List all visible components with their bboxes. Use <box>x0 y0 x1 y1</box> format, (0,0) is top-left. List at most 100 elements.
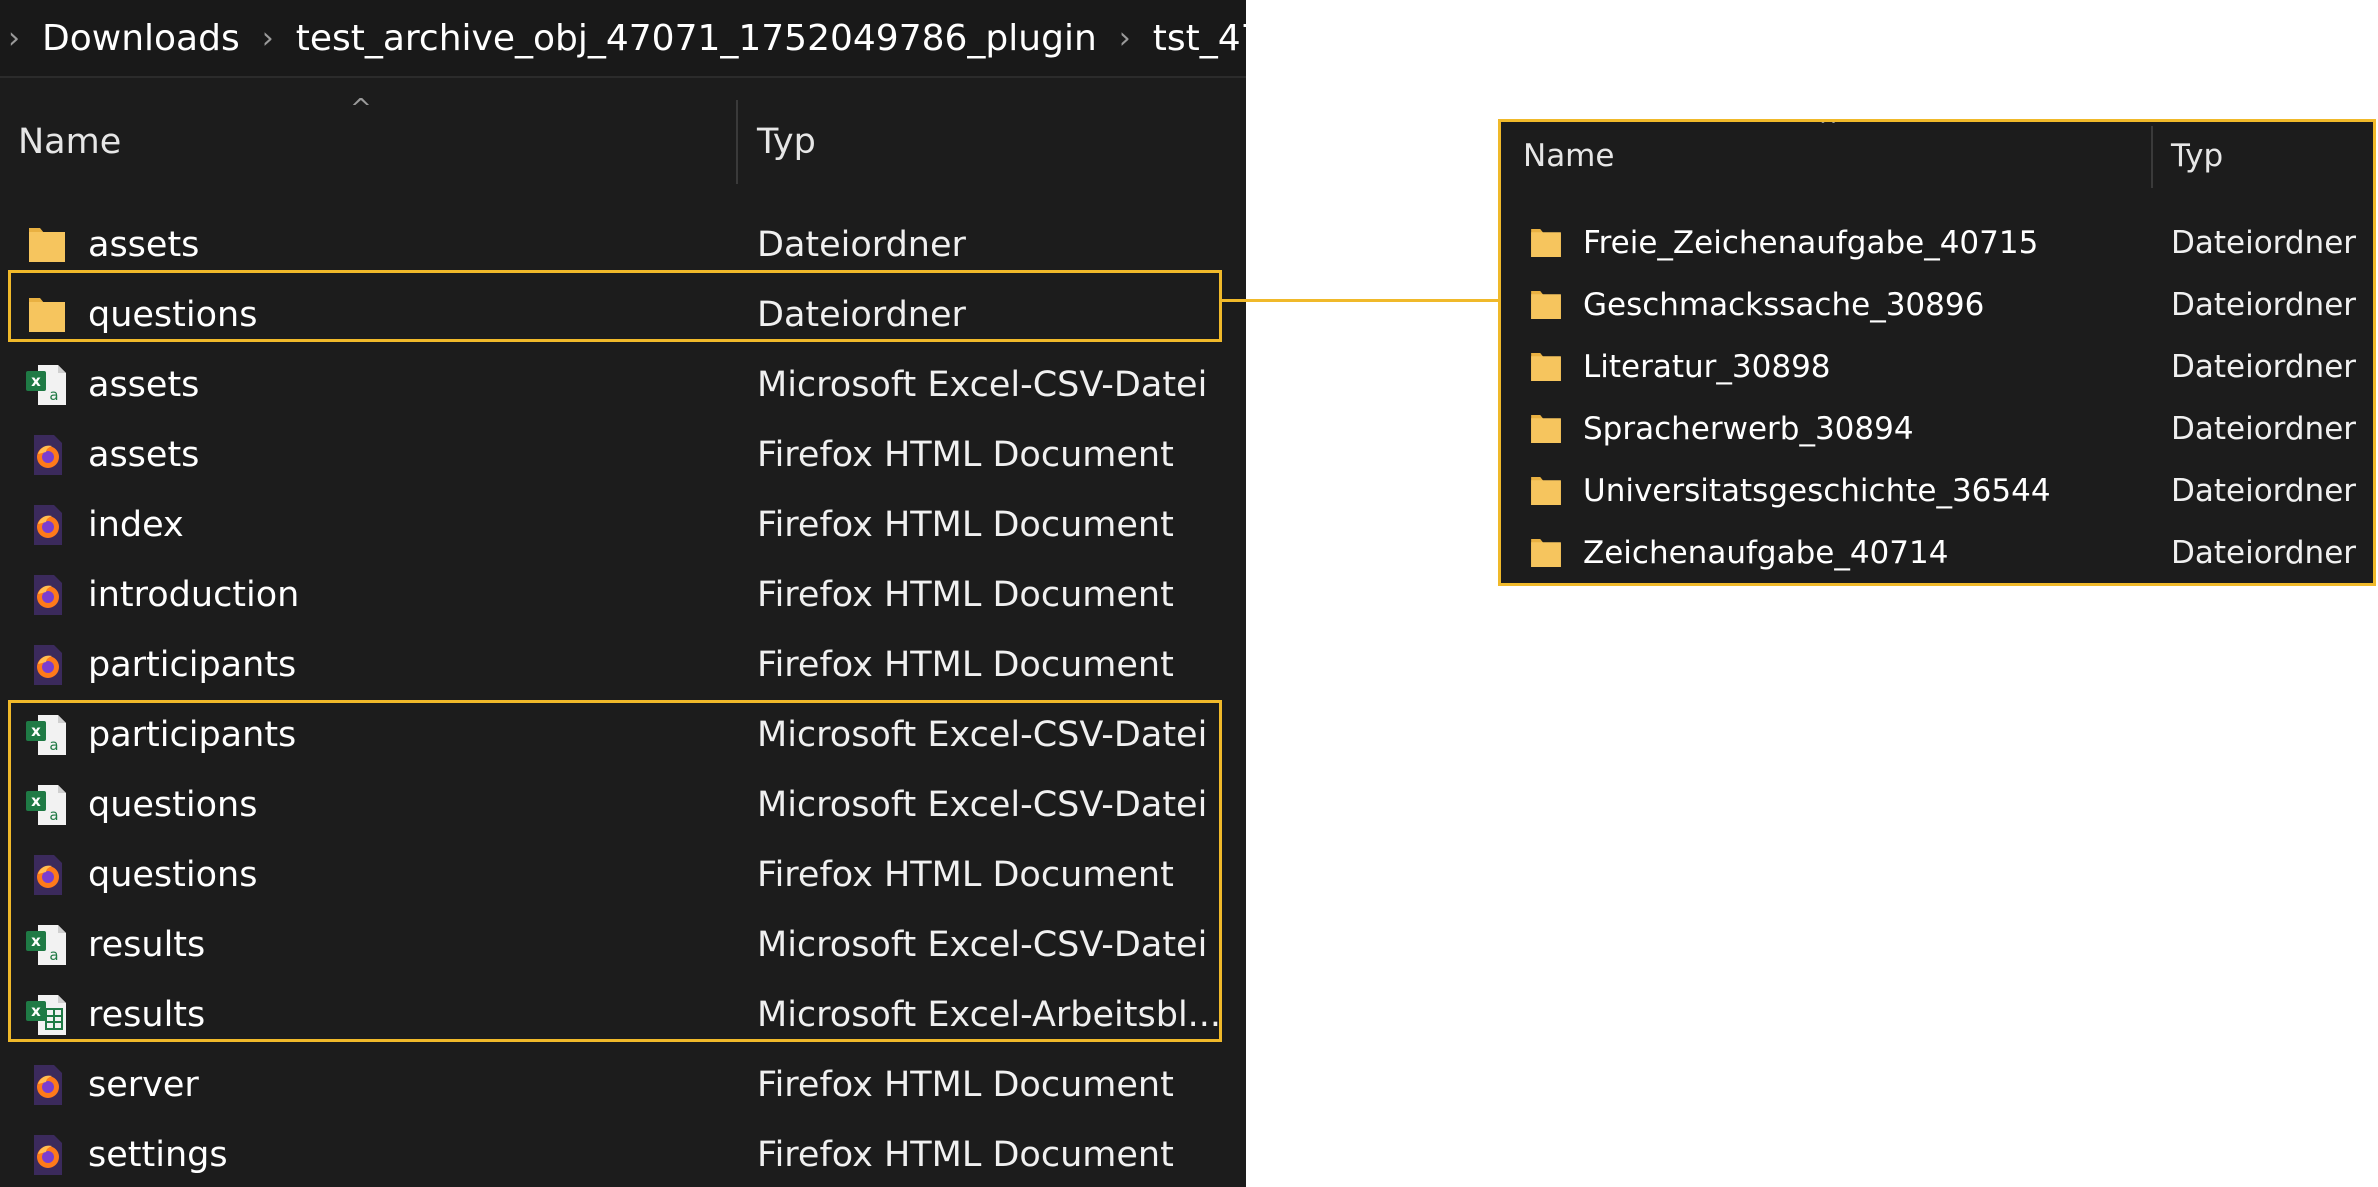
zoom-column-type-header[interactable]: Typ <box>2171 138 2223 174</box>
file-row[interactable]: settings Firefox HTML Document <box>0 1120 1246 1187</box>
column-resize-handle[interactable] <box>736 100 738 184</box>
firefox-html-icon <box>24 852 70 898</box>
firefox-html-icon <box>24 642 70 688</box>
svg-text:a: a <box>49 386 58 404</box>
column-resize-handle[interactable] <box>2151 126 2153 188</box>
zoom-file-name: Freie_Zeichenaufgabe_40715 <box>1583 225 2039 261</box>
zoom-file-row[interactable]: Freie_Zeichenaufgabe_40715 Dateiordner <box>1501 212 2373 274</box>
folder-icon <box>1527 348 1565 386</box>
file-row[interactable]: a x results Microsoft Excel-CSV-Datei <box>0 910 1246 980</box>
zoom-file-type: Dateiordner <box>2171 535 2357 571</box>
excel-csv-icon: ax <box>24 782 70 828</box>
excel-csv-icon: ax <box>24 922 70 968</box>
chevron-right-icon[interactable]: › <box>1119 21 1153 56</box>
file-row[interactable]: introduction Firefox HTML Document <box>0 560 1246 630</box>
file-row[interactable]: questions Firefox HTML Document <box>0 840 1246 910</box>
folder-icon <box>24 222 70 268</box>
zoom-file-type: Dateiordner <box>2171 287 2357 323</box>
firefox-html-icon <box>24 572 70 618</box>
breadcrumb: › Downloads › test_archive_obj_47071_175… <box>0 0 1246 78</box>
file-row[interactable]: assets Firefox HTML Document <box>0 420 1246 490</box>
chevron-right-icon[interactable]: › <box>0 21 42 56</box>
zoom-file-name: Geschmackssache_30896 <box>1583 287 1985 323</box>
file-row[interactable]: questions Dateiordner <box>0 280 1246 350</box>
file-name: questions <box>88 295 258 335</box>
svg-text:x: x <box>31 1002 41 1020</box>
file-type: Dateiordner <box>757 225 966 265</box>
zoom-file-row[interactable]: Universitatsgeschichte_36544 Dateiordner <box>1501 460 2373 522</box>
file-row[interactable]: participants Firefox HTML Document <box>0 630 1246 700</box>
file-type: Firefox HTML Document <box>757 645 1174 685</box>
file-name: settings <box>88 1135 228 1175</box>
file-type: Microsoft Excel-CSV-Datei <box>757 715 1208 755</box>
file-name: participants <box>88 715 297 755</box>
file-type: Microsoft Excel-CSV-Datei <box>757 365 1208 405</box>
file-type: Microsoft Excel-Arbeitsbl... <box>757 995 1222 1035</box>
file-name: questions <box>88 785 258 825</box>
file-row[interactable]: a x participants Microsoft Excel-CSV-Datei <box>0 700 1246 770</box>
file-name: participants <box>88 645 297 685</box>
file-explorer-window: › Downloads › test_archive_obj_47071_175… <box>0 0 1246 1187</box>
file-name: index <box>88 505 184 545</box>
folder-icon <box>1527 286 1565 324</box>
column-type-header[interactable]: Typ <box>757 122 816 162</box>
file-name: results <box>88 995 206 1035</box>
file-row[interactable]: assets Dateiordner <box>0 210 1246 280</box>
zoom-file-row[interactable]: Geschmackssache_30896 Dateiordner <box>1501 274 2373 336</box>
excel-sheet-icon: x <box>24 992 70 1038</box>
breadcrumb-item-tst[interactable]: tst_47071 <box>1153 18 1246 59</box>
file-name: assets <box>88 365 200 405</box>
zoom-column-name-header[interactable]: Name <box>1523 138 1614 174</box>
svg-text:x: x <box>31 372 41 390</box>
zoom-file-list: Freie_Zeichenaufgabe_40715 Dateiordner Ges… <box>1501 212 2373 583</box>
file-name: questions <box>88 855 258 895</box>
zoom-file-name: Universitatsgeschichte_36544 <box>1583 473 2051 509</box>
zoom-file-row[interactable]: Zeichenaufgabe_40714 Dateiordner <box>1501 522 2373 583</box>
firefox-html-icon <box>24 1062 70 1108</box>
column-name-header[interactable]: Name <box>18 122 121 162</box>
breadcrumb-item-archive[interactable]: test_archive_obj_47071_1752049786_plugin <box>296 18 1119 59</box>
file-row[interactable]: x results Microsoft Excel-Arbeitsbl... <box>0 980 1246 1050</box>
zoom-file-type: Dateiordner <box>2171 349 2357 385</box>
file-list: assets Dateiordner questions Dateiordner a x a… <box>0 210 1246 1187</box>
file-type: Firefox HTML Document <box>757 855 1174 895</box>
chevron-right-icon[interactable]: › <box>262 21 296 56</box>
file-row[interactable]: a x assets Microsoft Excel-CSV-Datei <box>0 350 1246 420</box>
file-type: Dateiordner <box>757 295 966 335</box>
file-type: Firefox HTML Document <box>757 1065 1174 1105</box>
excel-csv-icon: ax <box>24 712 70 758</box>
file-name: assets <box>88 435 200 475</box>
file-type: Microsoft Excel-CSV-Datei <box>757 925 1208 965</box>
file-row[interactable]: server Firefox HTML Document <box>0 1050 1246 1120</box>
file-name: server <box>88 1065 199 1105</box>
zoomed-questions-folder-panel: ^ Name Typ Freie_Zeichenaufgabe_40715 Dat… <box>1498 119 2376 586</box>
svg-text:a: a <box>49 736 58 754</box>
firefox-html-icon <box>24 502 70 548</box>
zoom-file-name: Zeichenaufgabe_40714 <box>1583 535 1949 571</box>
excel-csv-icon: ax <box>24 362 70 408</box>
file-name: assets <box>88 225 200 265</box>
svg-text:a: a <box>49 946 58 964</box>
sort-ascending-icon: ^ <box>350 94 372 124</box>
svg-text:x: x <box>31 722 41 740</box>
svg-text:a: a <box>49 806 58 824</box>
breadcrumb-item-downloads[interactable]: Downloads <box>42 18 262 59</box>
column-header: ^ Name Typ <box>0 90 1246 190</box>
firefox-html-icon <box>24 1132 70 1178</box>
file-row[interactable]: a x questions Microsoft Excel-CSV-Datei <box>0 770 1246 840</box>
file-row[interactable]: index Firefox HTML Document <box>0 490 1246 560</box>
zoom-file-row[interactable]: Spracherwerb_30894 Dateiordner <box>1501 398 2373 460</box>
zoom-file-name: Spracherwerb_30894 <box>1583 411 1914 447</box>
file-type: Firefox HTML Document <box>757 505 1174 545</box>
zoom-file-type: Dateiordner <box>2171 225 2357 261</box>
folder-icon <box>1527 534 1565 572</box>
zoom-column-header: ^ Name Typ <box>1501 122 2373 192</box>
folder-icon <box>24 292 70 338</box>
zoom-file-row[interactable]: Literatur_30898 Dateiordner <box>1501 336 2373 398</box>
file-type: Firefox HTML Document <box>757 1135 1174 1175</box>
svg-text:x: x <box>31 932 41 950</box>
file-name: introduction <box>88 575 300 615</box>
svg-text:x: x <box>31 792 41 810</box>
zoom-file-type: Dateiordner <box>2171 473 2357 509</box>
zoom-file-name: Literatur_30898 <box>1583 349 1831 385</box>
